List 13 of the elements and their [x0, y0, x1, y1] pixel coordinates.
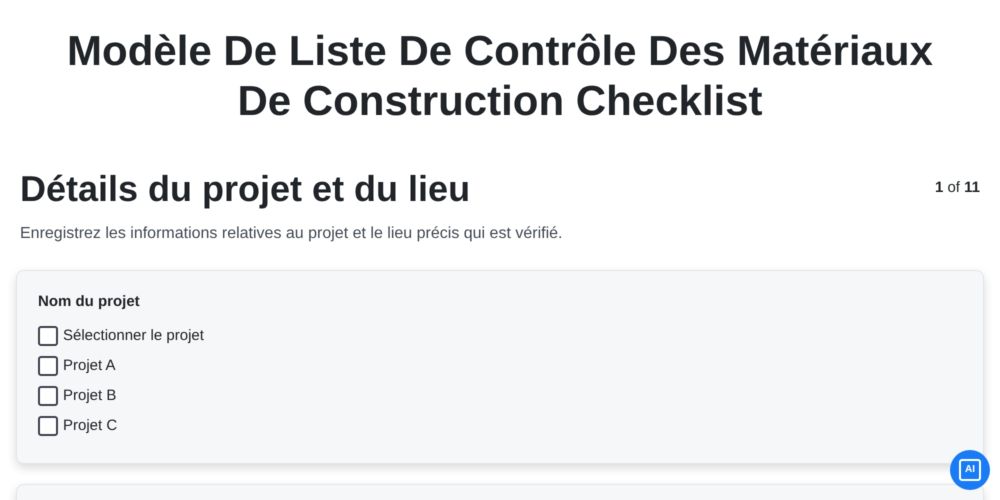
field-label: Nom du projet — [38, 292, 141, 312]
checkbox[interactable] — [38, 416, 58, 436]
option-label: Sélectionner le projet — [63, 326, 204, 346]
section-heading: Détails du projet et du lieu — [20, 166, 470, 210]
page-counter: 1 of 11 — [934, 178, 980, 198]
option-label: Projet A — [63, 356, 116, 376]
page-title: Modèle De Liste De Contrôle Des Matériaux De Construction Checklist — [66, 26, 934, 126]
option-label: Projet C — [63, 416, 118, 436]
section-description: Enregistrez les informations relatives au projet et le lieu précis qui est vérifié. — [19, 224, 564, 244]
checkbox[interactable] — [38, 356, 58, 376]
checkbox[interactable] — [38, 326, 58, 346]
checkbox[interactable] — [38, 386, 58, 406]
option-label: Projet B — [63, 386, 116, 406]
